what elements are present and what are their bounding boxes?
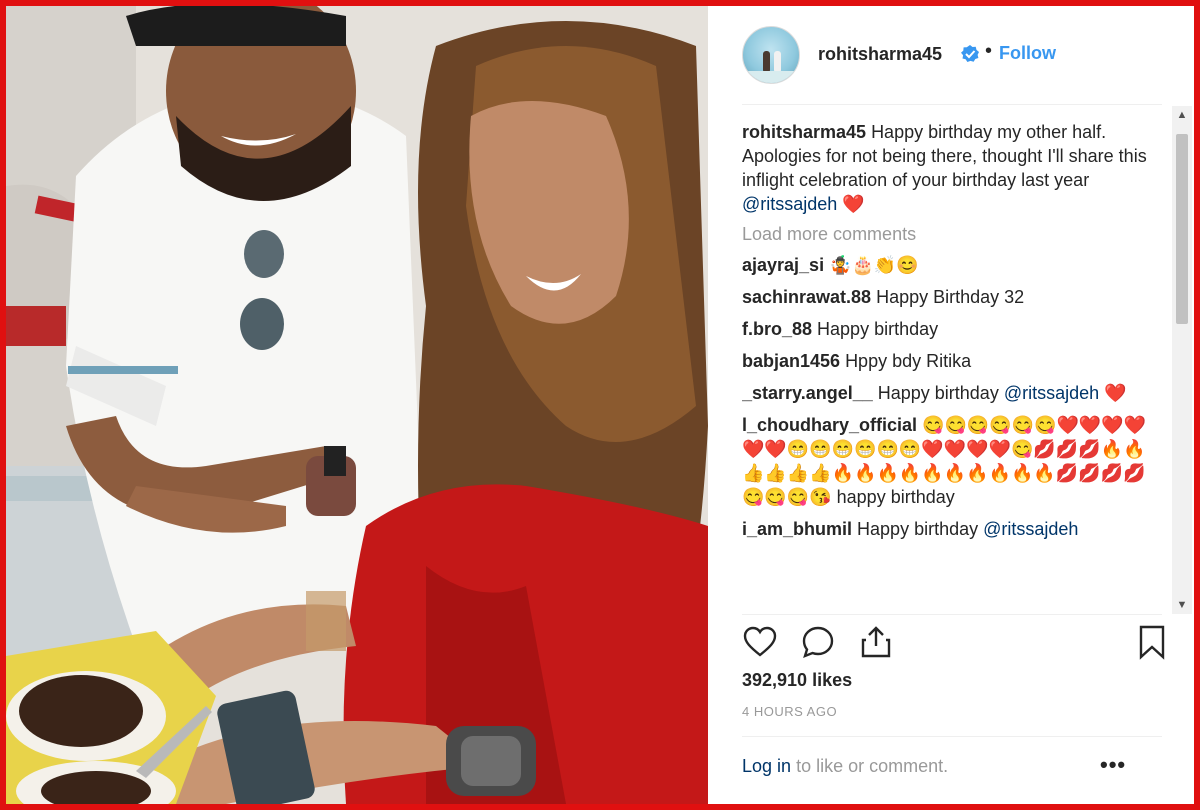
header-divider: [742, 104, 1162, 105]
comment-username[interactable]: i_am_bhumil: [742, 519, 852, 539]
post-photo-illustration: [6, 6, 708, 804]
scroll-down-arrow-icon[interactable]: ▼: [1172, 596, 1192, 614]
scroll-up-arrow-icon[interactable]: ▲: [1172, 106, 1192, 124]
separator-dot: •: [985, 40, 993, 62]
post-header: rohitsharma45 • Follow: [708, 6, 1194, 102]
login-prompt-text: to like or comment.: [796, 756, 949, 776]
comment-text: Hppy bdy Ritika: [845, 351, 972, 371]
comment-username[interactable]: l_choudhary_official: [742, 415, 917, 435]
comment-username[interactable]: f.bro_88: [742, 319, 812, 339]
list-item: f.bro_88 Happy birthday: [742, 317, 1162, 341]
list-item: ajayraj_si 🤹🎂👏😊: [742, 253, 1162, 277]
caption: rohitsharma45 Happy birthday my other hal…: [742, 120, 1162, 216]
avatar-figure: [774, 51, 781, 73]
post-timestamp[interactable]: 4 HOURS AGO: [742, 704, 837, 719]
follow-button[interactable]: Follow: [999, 43, 1056, 64]
list-item: l_choudhary_official 😋😋😋😋😋😋❤️❤️❤️❤️❤️❤️😁😁…: [742, 413, 1162, 509]
login-prompt: Log in to like or comment.: [742, 756, 1162, 777]
login-link[interactable]: Log in: [742, 756, 791, 776]
post-sidebar: rohitsharma45 • Follow rohitsharma45 Happ…: [708, 6, 1194, 804]
likes-count[interactable]: 392,910 likes: [742, 670, 852, 691]
avatar[interactable]: [742, 26, 800, 84]
comment-text: Happy Birthday 32: [876, 287, 1025, 307]
avatar-figure: [763, 51, 770, 73]
comment-mention[interactable]: @ritssajdeh: [1004, 383, 1099, 403]
comments-list[interactable]: rohitsharma45 Happy birthday my other hal…: [742, 120, 1162, 612]
comment-text: Happy birthday: [877, 383, 999, 403]
list-item: babjan1456 Hppy bdy Ritika: [742, 349, 1162, 373]
comment-username[interactable]: sachinrawat.88: [742, 287, 871, 307]
heart-outline-icon[interactable]: [742, 624, 778, 660]
comment-username[interactable]: babjan1456: [742, 351, 840, 371]
caption-username[interactable]: rohitsharma45: [742, 122, 866, 142]
action-bar: [742, 624, 1165, 664]
verified-badge-icon: [961, 45, 979, 62]
comment-username[interactable]: ajayraj_si: [742, 255, 824, 275]
comment-mention[interactable]: @ritssajdeh: [983, 519, 1078, 539]
scroll-thumb[interactable]: [1176, 134, 1188, 324]
comment-emoji: ❤️: [1104, 383, 1127, 403]
footer-divider: [742, 736, 1162, 737]
comment-text: Happy birthday: [817, 319, 939, 339]
bookmark-icon[interactable]: [1134, 624, 1170, 660]
comment-text: Happy birthday: [857, 519, 979, 539]
load-more-comments[interactable]: Load more comments: [742, 224, 1162, 245]
comment-text: 🤹🎂👏😊: [829, 255, 919, 275]
actions-divider: [742, 614, 1162, 615]
list-item: _starry.angel__ Happy birthday @ritssajde…: [742, 381, 1162, 405]
avatar-ground: [743, 71, 799, 83]
list-item: i_am_bhumil Happy birthday @ritssajdeh: [742, 517, 1162, 541]
comments-scrollbar[interactable]: ▲ ▼: [1172, 106, 1192, 614]
caption-mention[interactable]: @ritssajdeh: [742, 194, 837, 214]
post-photo[interactable]: [6, 6, 708, 804]
speech-bubble-icon[interactable]: [800, 624, 836, 660]
caption-emoji: ❤️: [842, 194, 865, 214]
more-options-button[interactable]: •••: [1100, 752, 1126, 778]
share-icon[interactable]: [858, 624, 894, 660]
list-item: sachinrawat.88 Happy Birthday 32: [742, 285, 1162, 309]
post-username[interactable]: rohitsharma45: [818, 44, 942, 65]
comment-username[interactable]: _starry.angel__: [742, 383, 873, 403]
